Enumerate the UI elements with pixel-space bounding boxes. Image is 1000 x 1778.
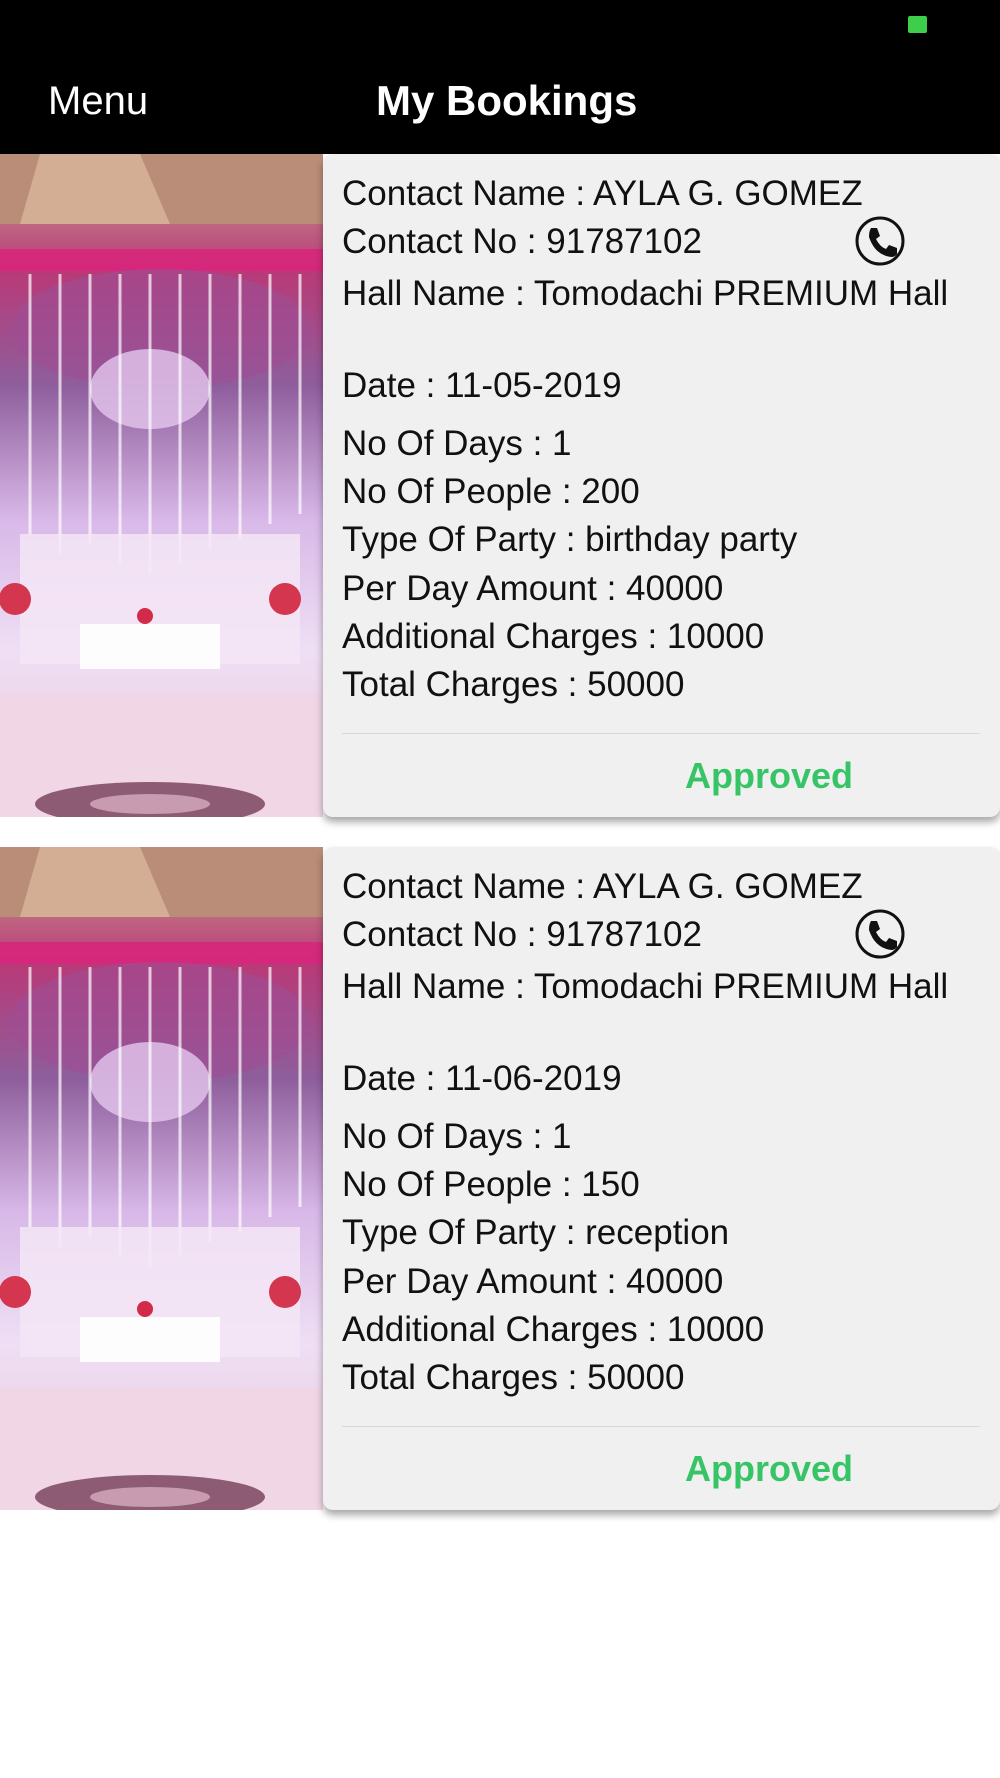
party-type: Type Of Party : birthday party bbox=[342, 520, 798, 559]
booking-card: Contact Name : AYLA G. GOMEZ Contact No … bbox=[323, 154, 1000, 817]
contact-name: Contact Name : AYLA G. GOMEZ bbox=[342, 867, 863, 906]
party-type: Type Of Party : reception bbox=[342, 1213, 730, 1252]
total-charges: Total Charges : 50000 bbox=[342, 1358, 685, 1397]
divider bbox=[342, 1426, 980, 1427]
hall-name: Hall Name : Tomodachi PREMIUM Hall bbox=[342, 274, 949, 313]
number-of-people: No Of People : 200 bbox=[342, 472, 640, 511]
additional-charges: Additional Charges : 10000 bbox=[342, 617, 765, 656]
number-of-days: No Of Days : 1 bbox=[342, 424, 572, 463]
phone-icon[interactable] bbox=[853, 214, 907, 268]
hall-image bbox=[0, 154, 323, 817]
status-bar bbox=[0, 0, 1000, 50]
booking-item[interactable]: Contact Name : AYLA G. GOMEZ Contact No … bbox=[0, 154, 1000, 817]
contact-name: Contact Name : AYLA G. GOMEZ bbox=[342, 174, 863, 213]
menu-button[interactable]: Menu bbox=[48, 76, 148, 126]
navigation-bar: Menu My Bookings bbox=[0, 50, 1000, 154]
status-badge: Approved bbox=[685, 1448, 854, 1489]
additional-charges: Additional Charges : 10000 bbox=[342, 1310, 765, 1349]
number-of-people: No Of People : 150 bbox=[342, 1165, 640, 1204]
booking-item[interactable]: Contact Name : AYLA G. GOMEZ Contact No … bbox=[0, 847, 1000, 1510]
hall-image bbox=[0, 847, 323, 1510]
page-title: My Bookings bbox=[376, 77, 638, 124]
booking-date: Date : 11-05-2019 bbox=[342, 366, 622, 405]
hall-name: Hall Name : Tomodachi PREMIUM Hall bbox=[342, 967, 949, 1006]
status-badge: Approved bbox=[685, 755, 854, 796]
divider bbox=[342, 733, 980, 734]
booking-date: Date : 11-06-2019 bbox=[342, 1059, 622, 1098]
per-day-amount: Per Day Amount : 40000 bbox=[342, 1262, 724, 1301]
contact-number: Contact No : 91787102 bbox=[342, 915, 702, 954]
per-day-amount: Per Day Amount : 40000 bbox=[342, 569, 724, 608]
phone-icon[interactable] bbox=[853, 907, 907, 961]
total-charges: Total Charges : 50000 bbox=[342, 665, 685, 704]
booking-card: Contact Name : AYLA G. GOMEZ Contact No … bbox=[323, 847, 1000, 1510]
number-of-days: No Of Days : 1 bbox=[342, 1117, 572, 1156]
contact-number: Contact No : 91787102 bbox=[342, 222, 702, 261]
status-indicator bbox=[908, 16, 927, 33]
